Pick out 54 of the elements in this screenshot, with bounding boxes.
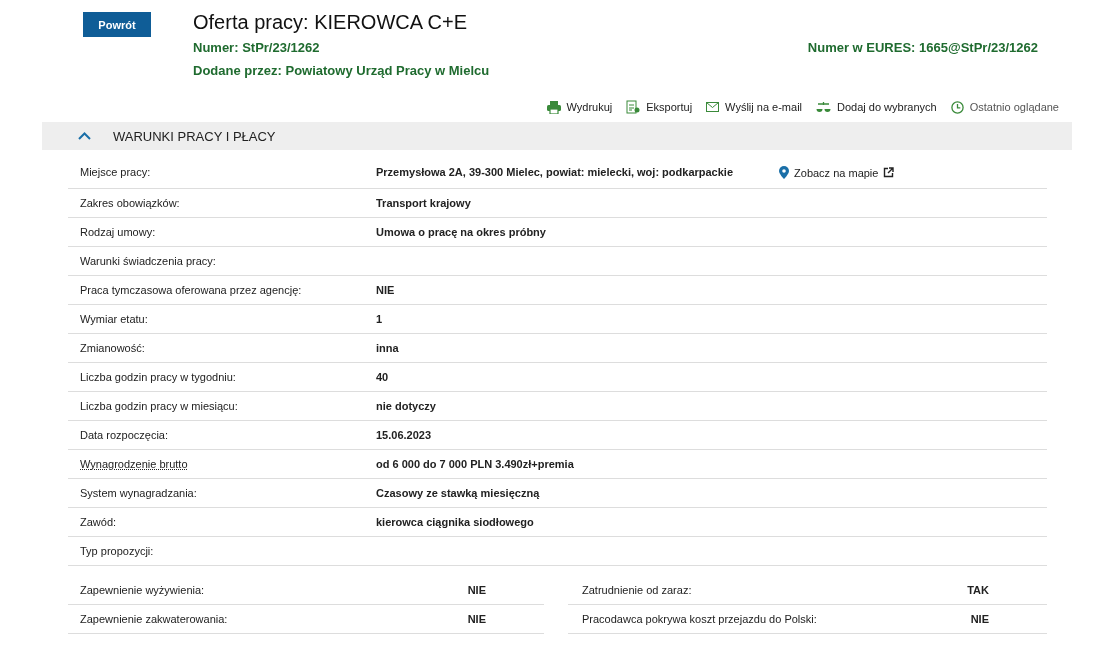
- printer-icon: [546, 100, 561, 114]
- field-label: System wynagradzania:: [79, 487, 198, 499]
- field-label: Rodzaj umowy:: [79, 226, 157, 238]
- field-label: Zawód:: [79, 516, 118, 528]
- export-action[interactable]: Eksportuj: [626, 97, 693, 117]
- field-label: Zatrudnienie od zaraz:: [582, 584, 692, 596]
- scales-icon: [816, 100, 832, 114]
- clock-icon: [950, 100, 964, 114]
- field-label: Wymiar etatu:: [79, 313, 149, 325]
- field-label: Zmianowość:: [79, 342, 146, 354]
- field-value: TAK: [967, 584, 989, 596]
- field-label: Praca tymczasowa oferowana przez agencję:: [79, 284, 303, 296]
- field-value: Transport krajowy: [376, 197, 471, 209]
- field-value: kierowca ciągnika siodłowego: [376, 516, 534, 528]
- field-value: NIE: [467, 584, 486, 596]
- favorite-action[interactable]: Dodaj do wybranych: [816, 97, 937, 117]
- page-title: Oferta pracy: KIEROWCA C+E: [193, 11, 468, 33]
- offer-number: Numer: StPr/23/1262: [193, 40, 320, 56]
- field-label: Data rozpoczęcia:: [79, 429, 170, 441]
- field-value: NIE: [467, 613, 486, 625]
- field-label: Zakres obowiązków:: [79, 197, 181, 209]
- field-label: Typ propozycji:: [79, 545, 155, 557]
- field-label: Zapewnienie zakwaterowania:: [80, 613, 228, 625]
- field-value: nie dotyczy: [376, 400, 436, 412]
- map-pin-icon: [779, 166, 790, 179]
- print-action[interactable]: Wydrukuj: [546, 97, 613, 117]
- field-value: NIE: [970, 613, 989, 625]
- field-label: Zapewnienie wyżywienia:: [80, 584, 205, 596]
- section-header[interactable]: WARUNKI PRACY I PŁACY: [42, 122, 1072, 150]
- field-value: Umowa o pracę na okres próbny: [376, 226, 546, 238]
- eures-number: Numer w EURES: 1665@StPr/23/1262: [807, 40, 1038, 56]
- field-value: 15.06.2023: [376, 429, 432, 441]
- email-action[interactable]: Wyślij na e-mail: [706, 97, 803, 117]
- field-label: Liczba godzin pracy w miesiącu:: [79, 400, 239, 412]
- recent-action[interactable]: Ostatnio oglądane: [950, 97, 1059, 117]
- envelope-icon: [706, 102, 720, 112]
- field-value: 1: [376, 313, 383, 325]
- field-value: 40: [376, 371, 389, 383]
- field-value: NIE: [376, 284, 395, 296]
- field-value: Przemysłowa 2A, 39-300 Mielec, powiat: mielecki, woj: podkarpackie: [376, 166, 734, 178]
- chevron-up-icon: [78, 132, 91, 140]
- external-link-icon: [883, 167, 895, 178]
- field-label: Warunki świadczenia pracy:: [79, 255, 217, 267]
- field-label: Wynagrodzenie brutto: [79, 458, 189, 470]
- field-value: inna: [376, 342, 399, 354]
- field-value: Czasowy ze stawką miesięczną: [376, 487, 540, 499]
- added-by: Dodane przez: Powiatowy Urząd Pracy w Mielcu: [193, 63, 490, 79]
- field-label: Miejsce pracy:: [79, 166, 152, 178]
- field-label: Liczba godzin pracy w tygodniu:: [79, 371, 237, 383]
- field-value: od 6 000 do 7 000 PLN 3.490zł+premia: [376, 458, 574, 470]
- back-button[interactable]: Powrót: [83, 12, 151, 37]
- field-label: Pracodawca pokrywa koszt przejazdu do Polski:: [582, 613, 817, 625]
- map-link[interactable]: Zobacz na mapie: [779, 166, 895, 179]
- document-icon: [626, 100, 641, 114]
